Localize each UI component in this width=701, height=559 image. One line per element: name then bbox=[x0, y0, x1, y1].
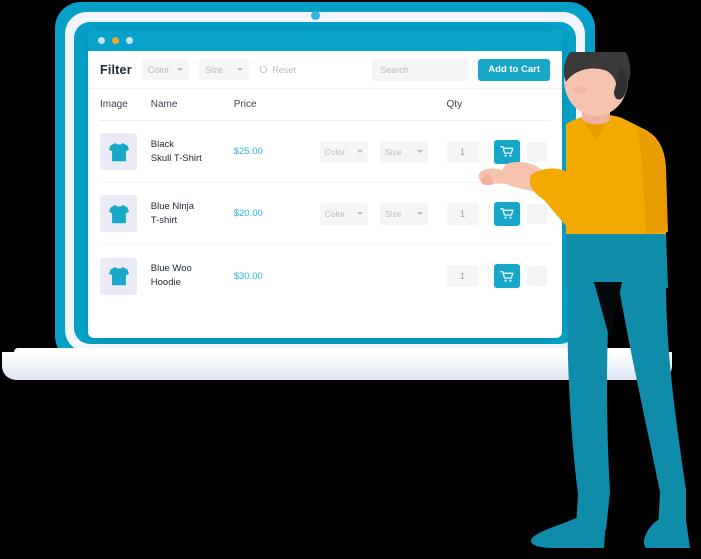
character-right-leg bbox=[618, 282, 686, 532]
product-name-line-2: Hoodie bbox=[150, 277, 181, 288]
product-name-line-1: Blue Woo bbox=[150, 263, 192, 274]
product-size-label: Size bbox=[385, 146, 402, 157]
tshirt-icon bbox=[108, 142, 129, 161]
laptop-camera-icon bbox=[311, 11, 320, 20]
filter-color-label: Color bbox=[147, 64, 170, 75]
product-size-select[interactable]: Size bbox=[380, 140, 429, 163]
product-color-select[interactable]: Color bbox=[319, 140, 368, 163]
chevron-down-icon bbox=[417, 212, 424, 215]
product-size-label: Size bbox=[385, 208, 402, 219]
product-name-cell: Blue Woo Hoodie bbox=[151, 262, 234, 290]
product-color-select[interactable]: Color bbox=[319, 202, 368, 225]
filter-reset-label: Reset bbox=[272, 64, 296, 75]
column-header-image: Image bbox=[100, 99, 128, 110]
product-size-select[interactable]: Size bbox=[380, 202, 429, 225]
product-image-cell bbox=[100, 257, 151, 295]
product-price: $25.00 bbox=[233, 146, 263, 157]
tshirt-icon bbox=[108, 204, 129, 223]
column-header-name: Name bbox=[150, 99, 178, 110]
character-right-shoe bbox=[643, 520, 690, 548]
product-name-cell: Blue Ninja T-shirt bbox=[151, 200, 234, 228]
illustration-scene: Filter Color Size Reset Search Add to Ca… bbox=[0, 0, 701, 559]
character-illustration bbox=[470, 52, 701, 559]
chevron-down-icon bbox=[177, 68, 184, 71]
refresh-icon bbox=[259, 65, 268, 74]
product-thumbnail bbox=[100, 133, 137, 170]
product-image-cell bbox=[100, 195, 151, 232]
tshirt-icon bbox=[108, 266, 129, 286]
product-name-cell: Black Skull T-Shirt bbox=[151, 138, 234, 166]
window-dot-maximize-icon[interactable] bbox=[126, 37, 133, 44]
product-color-label: Color bbox=[324, 208, 345, 219]
filter-size-select[interactable]: Size bbox=[199, 59, 250, 80]
filter-title: Filter bbox=[100, 62, 132, 77]
filter-color-select[interactable]: Color bbox=[141, 59, 190, 80]
product-options-cell: Color Size bbox=[319, 202, 447, 225]
product-name-line-2: T-shirt bbox=[150, 214, 178, 226]
column-header-price: Price bbox=[233, 99, 257, 110]
window-dot-minimize-icon[interactable] bbox=[112, 37, 119, 44]
product-name-line-2: Skull T-Shirt bbox=[150, 152, 202, 164]
window-titlebar bbox=[88, 30, 562, 51]
product-name-line-1: Blue Ninja bbox=[150, 200, 195, 212]
search-input[interactable]: Search bbox=[372, 58, 469, 81]
chevron-down-icon bbox=[356, 150, 363, 153]
product-image-cell bbox=[100, 133, 151, 170]
character-left-leg bbox=[567, 280, 610, 530]
chevron-down-icon bbox=[417, 150, 424, 153]
filter-size-label: Size bbox=[205, 64, 223, 75]
character-cheek bbox=[573, 86, 587, 94]
character-hips bbox=[566, 234, 668, 288]
product-price: $20.00 bbox=[233, 208, 263, 219]
product-thumbnail bbox=[100, 195, 137, 232]
product-price: $30.00 bbox=[233, 270, 263, 282]
product-thumbnail bbox=[100, 257, 137, 295]
filter-reset-button[interactable]: Reset bbox=[259, 65, 296, 75]
product-color-label: Color bbox=[324, 146, 345, 157]
chevron-down-icon bbox=[356, 212, 363, 215]
product-options-cell: Color Size bbox=[319, 140, 447, 163]
search-placeholder: Search bbox=[380, 64, 409, 75]
chevron-down-icon bbox=[237, 68, 244, 71]
window-dot-close-icon[interactable] bbox=[98, 37, 105, 44]
product-name-line-1: Black bbox=[150, 138, 174, 150]
character-left-shoe bbox=[530, 518, 606, 548]
